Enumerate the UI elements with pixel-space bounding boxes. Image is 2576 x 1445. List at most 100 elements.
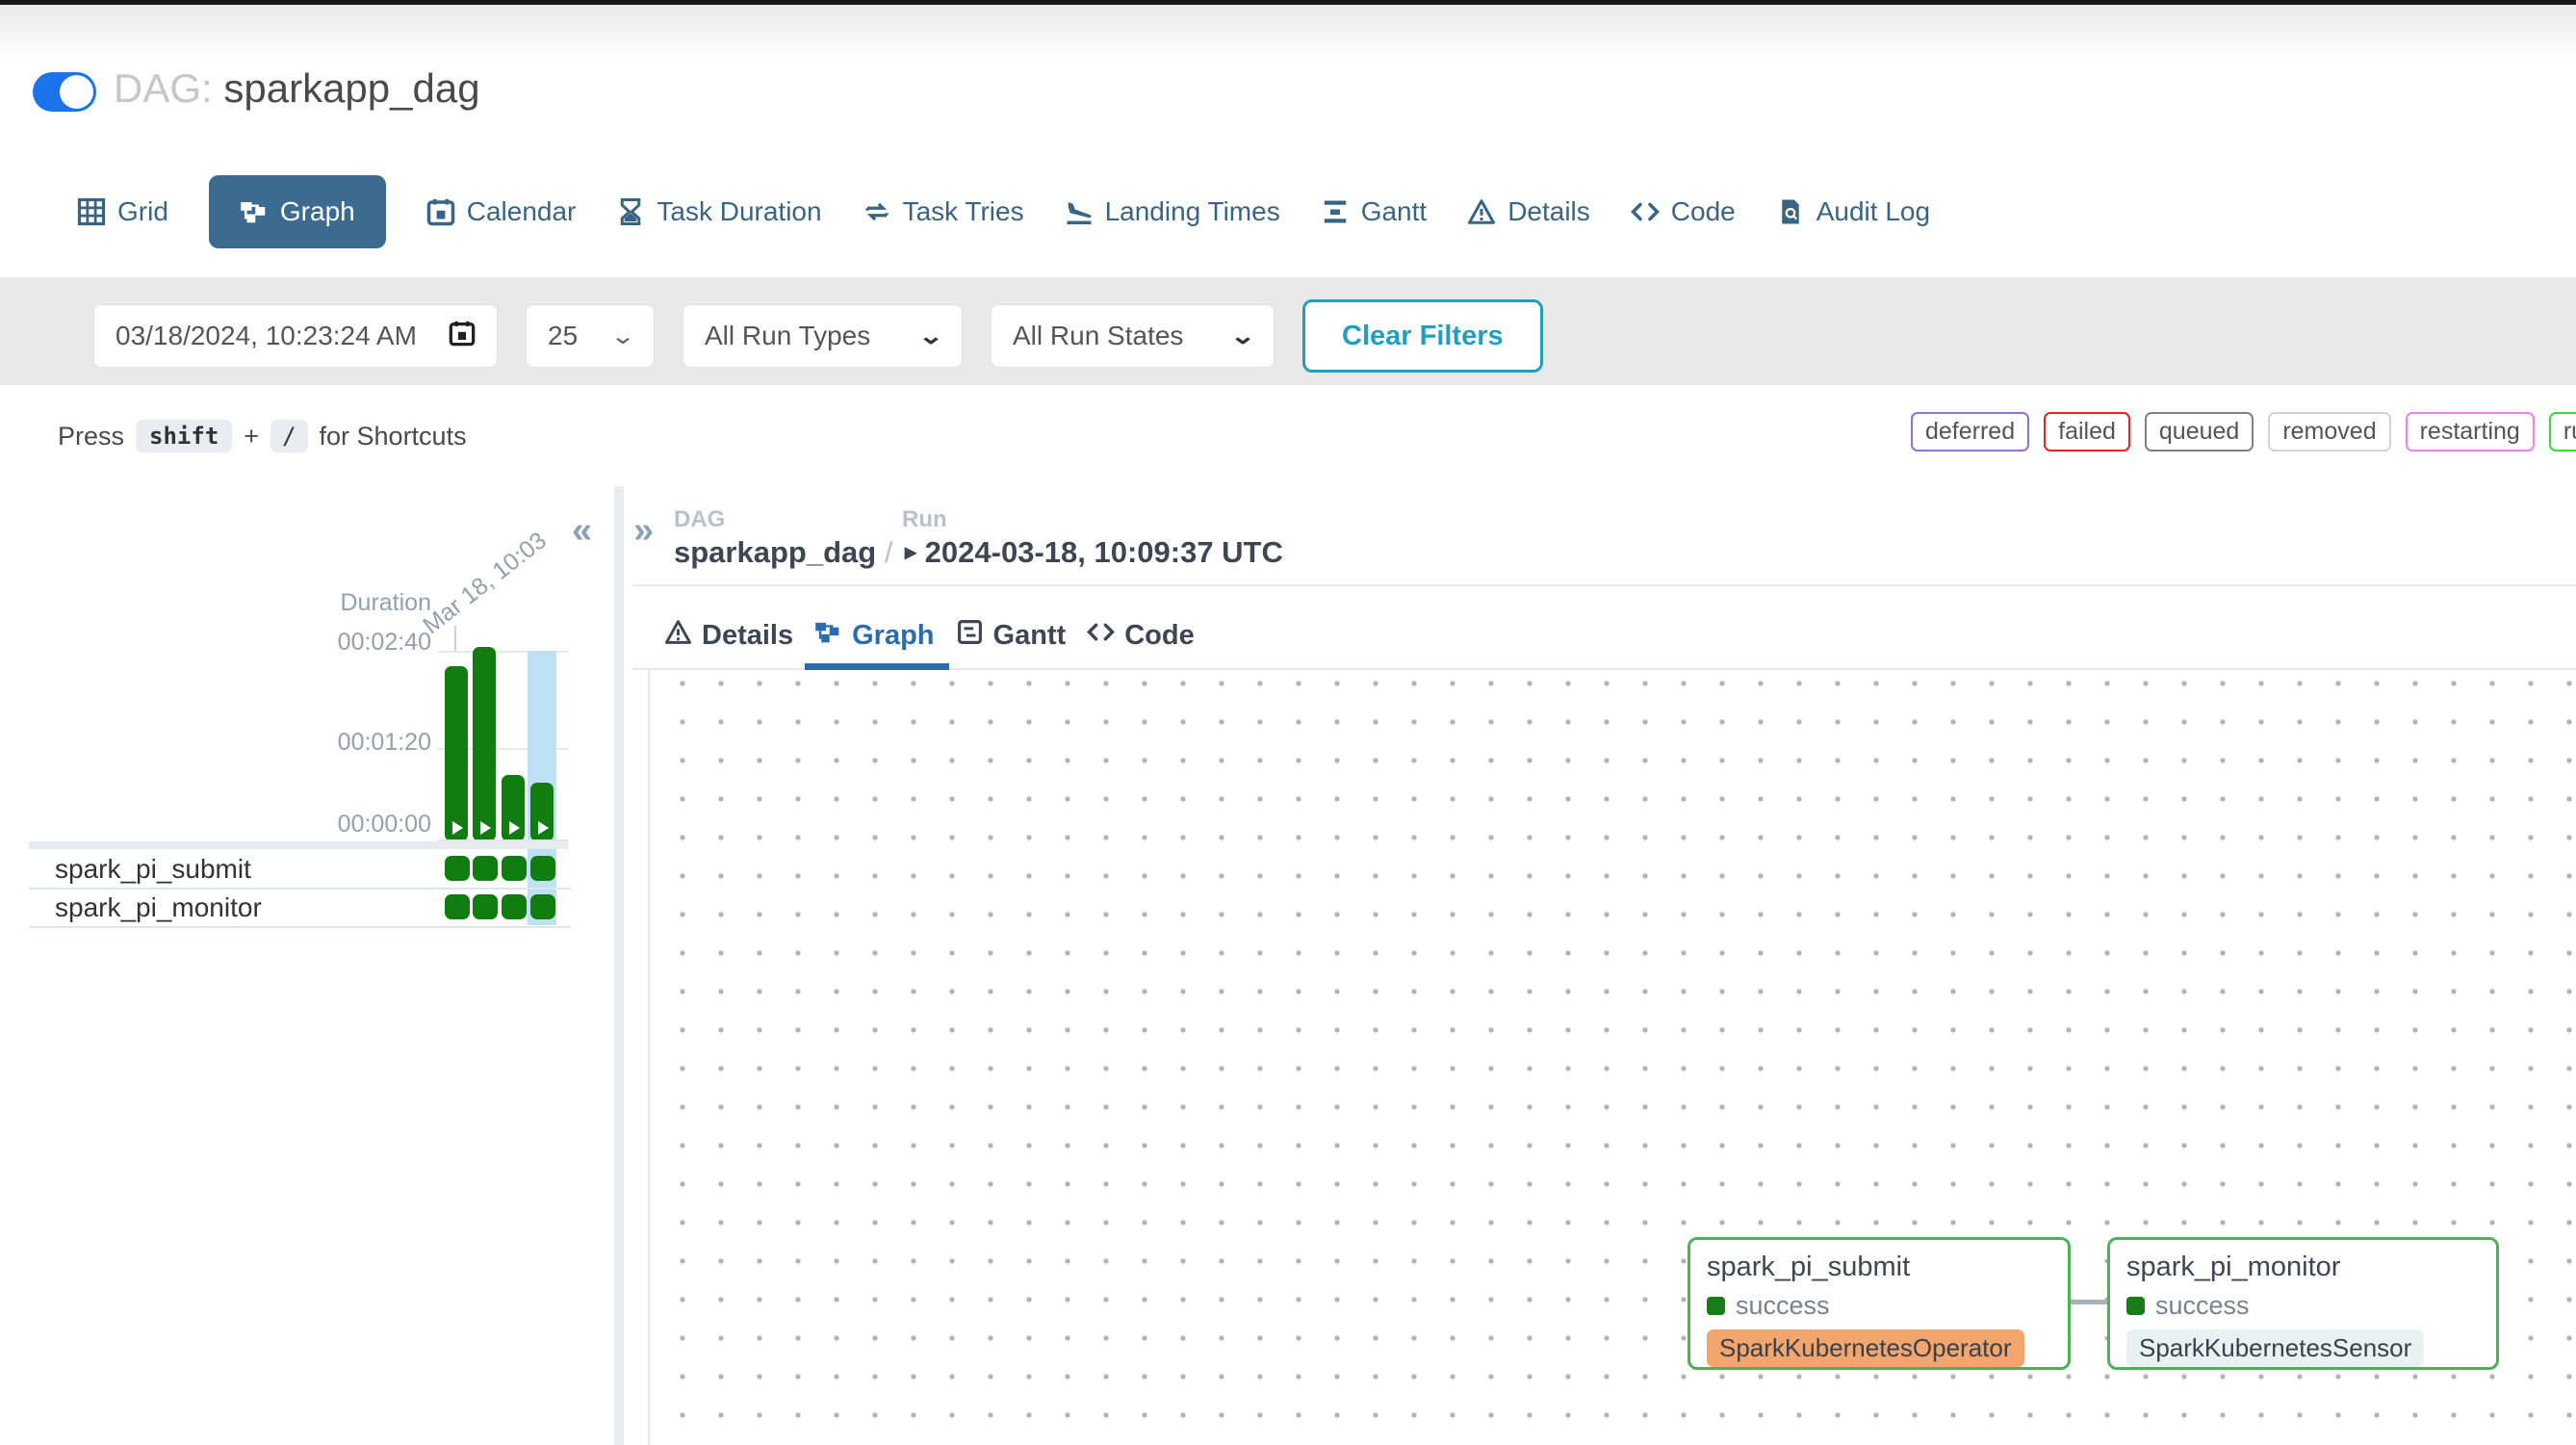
dag-pause-toggle[interactable] [33, 72, 96, 112]
breadcrumb-divider [632, 584, 2576, 586]
run-column-label: Mar 18, 10:03 [418, 527, 552, 640]
nav-tab-details[interactable]: Details [1467, 175, 1590, 248]
y-tick-0120: 00:01:20 [318, 729, 431, 757]
node-state-label: success [2155, 1291, 2250, 1321]
legend-badge-queued[interactable]: queued [2145, 412, 2254, 452]
grid-icon [77, 197, 106, 226]
nav-tab-label: Code [1671, 196, 1736, 227]
nav-tab-label: Task Tries [903, 196, 1024, 227]
task-name-spark_pi_submit[interactable]: spark_pi_submit [55, 854, 251, 885]
run-states-value: All Run States [1013, 321, 1183, 351]
calendar-icon [426, 197, 455, 226]
page-size-value: 25 [548, 321, 578, 351]
operator-badge: SparkKubernetesOperator [1707, 1329, 2024, 1367]
collapse-grid-button[interactable]: « [572, 512, 592, 549]
panel-tab-label: Code [1124, 620, 1195, 652]
nav-tab-label: Audit Log [1816, 196, 1930, 227]
panel-tab-label: Details [702, 620, 793, 652]
task-row: spark_pi_submit [29, 849, 571, 890]
legend-badge-deferred[interactable]: deferred [1911, 412, 2029, 452]
legend-badge-restarting[interactable]: restarting [2406, 412, 2535, 452]
task-instance-square[interactable] [445, 894, 470, 919]
nav-tab-gantt[interactable]: Gantt [1321, 175, 1427, 248]
active-tab-underline [805, 663, 949, 670]
clear-filters-button[interactable]: Clear Filters [1302, 299, 1543, 373]
graph-icon [240, 197, 269, 226]
run-states-select[interactable]: All Run States ⌄ [991, 304, 1275, 368]
breadcrumb-run-value[interactable]: ▸ 2024-03-18, 10:09:37 UTC [905, 535, 1283, 569]
filter-bar: 03/18/2024, 10:23:24 AM 25 ⌄ All Run Typ… [0, 277, 2576, 385]
nav-tab-audit-log[interactable]: Audit Log [1776, 175, 1930, 248]
node-status: success [2126, 1291, 2480, 1321]
shortcut-hint-press: Press [58, 422, 124, 452]
run-types-select[interactable]: All Run Types ⌄ [683, 304, 963, 368]
breadcrumb: DAG [674, 506, 725, 533]
manual-run-icon [452, 821, 463, 835]
chevron-down-icon: ⌄ [917, 323, 943, 350]
gantt-icon [1321, 197, 1350, 226]
legend-badge-running[interactable]: running [2549, 412, 2576, 452]
page-size-select[interactable]: 25 ⌄ [526, 304, 655, 368]
task-instance-square[interactable] [445, 856, 470, 881]
breadcrumb-run: ▸ 2024-03-18, 10:09:37 UTC [905, 535, 1283, 570]
nav-tab-task-duration[interactable]: Task Duration [616, 175, 821, 248]
nav-tab-code[interactable]: Code [1631, 175, 1736, 248]
hourglass-icon [616, 197, 645, 226]
dag-run-bar-2[interactable] [473, 647, 496, 841]
dag-run-bar-1[interactable] [445, 666, 468, 841]
filter-controls: 03/18/2024, 10:23:24 AM 25 ⌄ All Run Typ… [93, 299, 1543, 373]
panel-resize-gutter[interactable] [614, 486, 624, 1445]
plane-landing-icon [1065, 197, 1094, 226]
dag-run-bar-3[interactable] [502, 775, 525, 841]
legend-badge-failed[interactable]: failed [2044, 412, 2130, 452]
success-state-icon [2126, 1297, 2145, 1315]
task-instance-square[interactable] [473, 856, 498, 881]
gantt-panel-icon [956, 618, 984, 654]
header-gradient [0, 5, 2576, 61]
nav-tab-graph[interactable]: Graph [209, 175, 386, 248]
nav-tab-landing-times[interactable]: Landing Times [1065, 175, 1280, 248]
nav-tab-label: Gantt [1361, 196, 1427, 227]
code-icon [1087, 618, 1115, 654]
y-tick-0240: 00:02:40 [318, 629, 431, 657]
panel-tab-gantt[interactable]: Gantt [956, 618, 1067, 654]
grid-header-divider [29, 841, 568, 849]
breadcrumb-dag: sparkapp_dag / [674, 535, 892, 570]
shortcut-hint-plus: + [244, 422, 259, 452]
base-date-input[interactable]: 03/18/2024, 10:23:24 AM [93, 304, 498, 368]
success-state-icon [1707, 1297, 1725, 1315]
graph-node-spark_pi_submit[interactable]: spark_pi_submitsuccessSparkKubernetesOpe… [1687, 1237, 2071, 1370]
nav-tab-label: Task Duration [657, 196, 821, 227]
nav-tab-label: Grid [117, 196, 168, 227]
slash-key-badge: / [270, 420, 307, 452]
dag-run-bar-4[interactable] [530, 783, 554, 841]
repeat-icon [863, 197, 891, 226]
task-instance-square[interactable] [530, 894, 555, 919]
graph-icon [814, 618, 842, 654]
nav-tab-label: Details [1507, 196, 1590, 227]
task-instance-square[interactable] [502, 856, 527, 881]
breadcrumb-run-label-wrap: Run [902, 506, 947, 533]
calendar-picker-icon[interactable] [449, 320, 476, 353]
task-instance-square[interactable] [502, 894, 527, 919]
panel-tab-graph[interactable]: Graph [814, 618, 934, 654]
warning-icon [664, 618, 692, 654]
dag-view-nav: Grid Graph Calendar Task Duration Task Tries… [77, 175, 1930, 248]
nav-tab-calendar[interactable]: Calendar [426, 175, 577, 248]
breadcrumb-dag-value[interactable]: sparkapp_dag / [674, 535, 892, 569]
expand-panel-button[interactable]: » [633, 512, 654, 549]
breadcrumb-separator: / [885, 535, 893, 569]
task-instance-square[interactable] [473, 894, 498, 919]
run-caret-icon: ▸ [905, 539, 916, 565]
task-name-spark_pi_monitor[interactable]: spark_pi_monitor [55, 892, 262, 923]
node-state-label: success [1736, 1291, 1830, 1321]
chevron-down-icon: ⌄ [609, 323, 635, 350]
nav-tab-grid[interactable]: Grid [77, 175, 168, 248]
panel-tab-details[interactable]: Details [664, 618, 793, 654]
panel-tab-code[interactable]: Code [1087, 618, 1195, 654]
legend-badge-removed[interactable]: removed [2268, 412, 2390, 452]
graph-node-spark_pi_monitor[interactable]: spark_pi_monitorsuccessSparkKubernetesSe… [2107, 1237, 2499, 1370]
nav-tab-task-tries[interactable]: Task Tries [863, 175, 1024, 248]
task-instance-square[interactable] [530, 856, 555, 881]
task-row: spark_pi_monitor [29, 888, 571, 928]
